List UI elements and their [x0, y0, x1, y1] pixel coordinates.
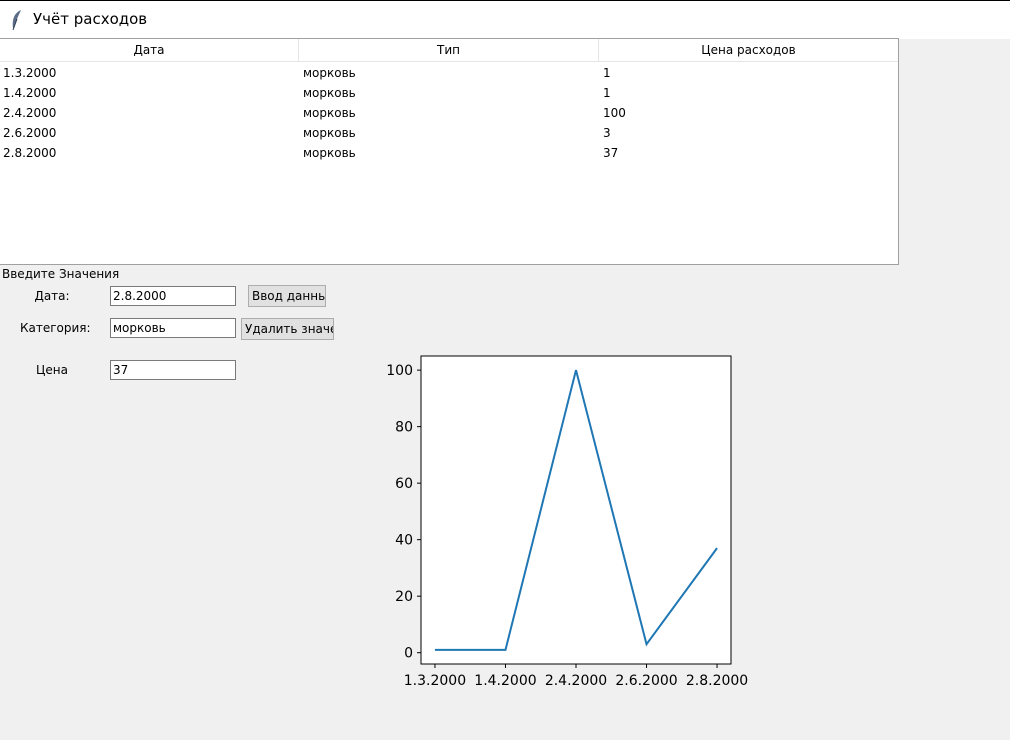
date-field[interactable] [110, 286, 236, 306]
cell-date: 1.4.2000 [3, 86, 57, 100]
y-tick-label: 80 [395, 420, 413, 436]
table-row[interactable]: 2.8.2000 морковь 37 [0, 143, 898, 163]
cell-price: 100 [603, 106, 626, 120]
cell-price: 1 [603, 66, 611, 80]
category-field[interactable] [110, 318, 236, 338]
cell-price: 3 [603, 126, 611, 140]
x-tick-label: 1.3.2000 [404, 673, 466, 689]
cell-date: 2.8.2000 [3, 146, 57, 160]
x-tick-label: 1.4.2000 [474, 673, 536, 689]
cell-date: 2.6.2000 [3, 126, 57, 140]
x-tick-label: 2.6.2000 [615, 673, 677, 689]
cell-price: 37 [603, 146, 619, 160]
price-field[interactable] [110, 360, 236, 380]
cell-date: 1.3.2000 [3, 66, 57, 80]
table-row[interactable]: 2.6.2000 морковь 3 [0, 123, 898, 143]
cell-price: 1 [603, 86, 611, 100]
table-row[interactable]: 2.4.2000 морковь 100 [0, 103, 898, 123]
column-header-date[interactable]: Дата [0, 39, 299, 62]
cell-date: 2.4.2000 [3, 106, 57, 120]
table-row[interactable]: 1.4.2000 морковь 1 [0, 83, 898, 103]
cell-type: морковь [303, 86, 356, 100]
plot-area [420, 355, 732, 665]
price-label: Цена [36, 363, 68, 377]
cell-type: морковь [303, 106, 356, 120]
table-row[interactable]: 1.3.2000 морковь 1 [0, 63, 898, 83]
y-tick-label: 20 [395, 589, 413, 605]
y-tick-label: 40 [395, 533, 413, 549]
section-label: Введите Значения [2, 267, 120, 281]
cell-type: морковь [303, 126, 356, 140]
expenses-table[interactable]: Дата Тип Цена расходов 1.3.2000 морковь … [0, 38, 899, 265]
feather-icon [12, 10, 21, 31]
y-tick-label: 60 [395, 476, 413, 492]
x-tick-label: 2.8.2000 [686, 673, 748, 689]
delete-value-button[interactable]: Удалить значен [241, 318, 334, 340]
expenses-chart: 0 20 40 60 80 100 1.3.2000 1.4.2000 2.4.2000 2.6.… [386, 355, 748, 689]
column-header-type[interactable]: Тип [299, 39, 599, 62]
date-label: Дата: [34, 289, 70, 303]
title-bar: Учёт расходов [0, 0, 1010, 39]
enter-data-button[interactable]: Ввод данных [248, 285, 326, 307]
y-tick-label: 100 [386, 363, 413, 379]
x-tick-label: 2.4.2000 [545, 673, 607, 689]
cell-type: морковь [303, 146, 356, 160]
cell-type: морковь [303, 66, 356, 80]
y-tick-label: 0 [404, 646, 413, 662]
column-header-price[interactable]: Цена расходов [599, 39, 898, 62]
category-label: Категория: [20, 321, 91, 335]
window-title: Учёт расходов [33, 10, 148, 28]
